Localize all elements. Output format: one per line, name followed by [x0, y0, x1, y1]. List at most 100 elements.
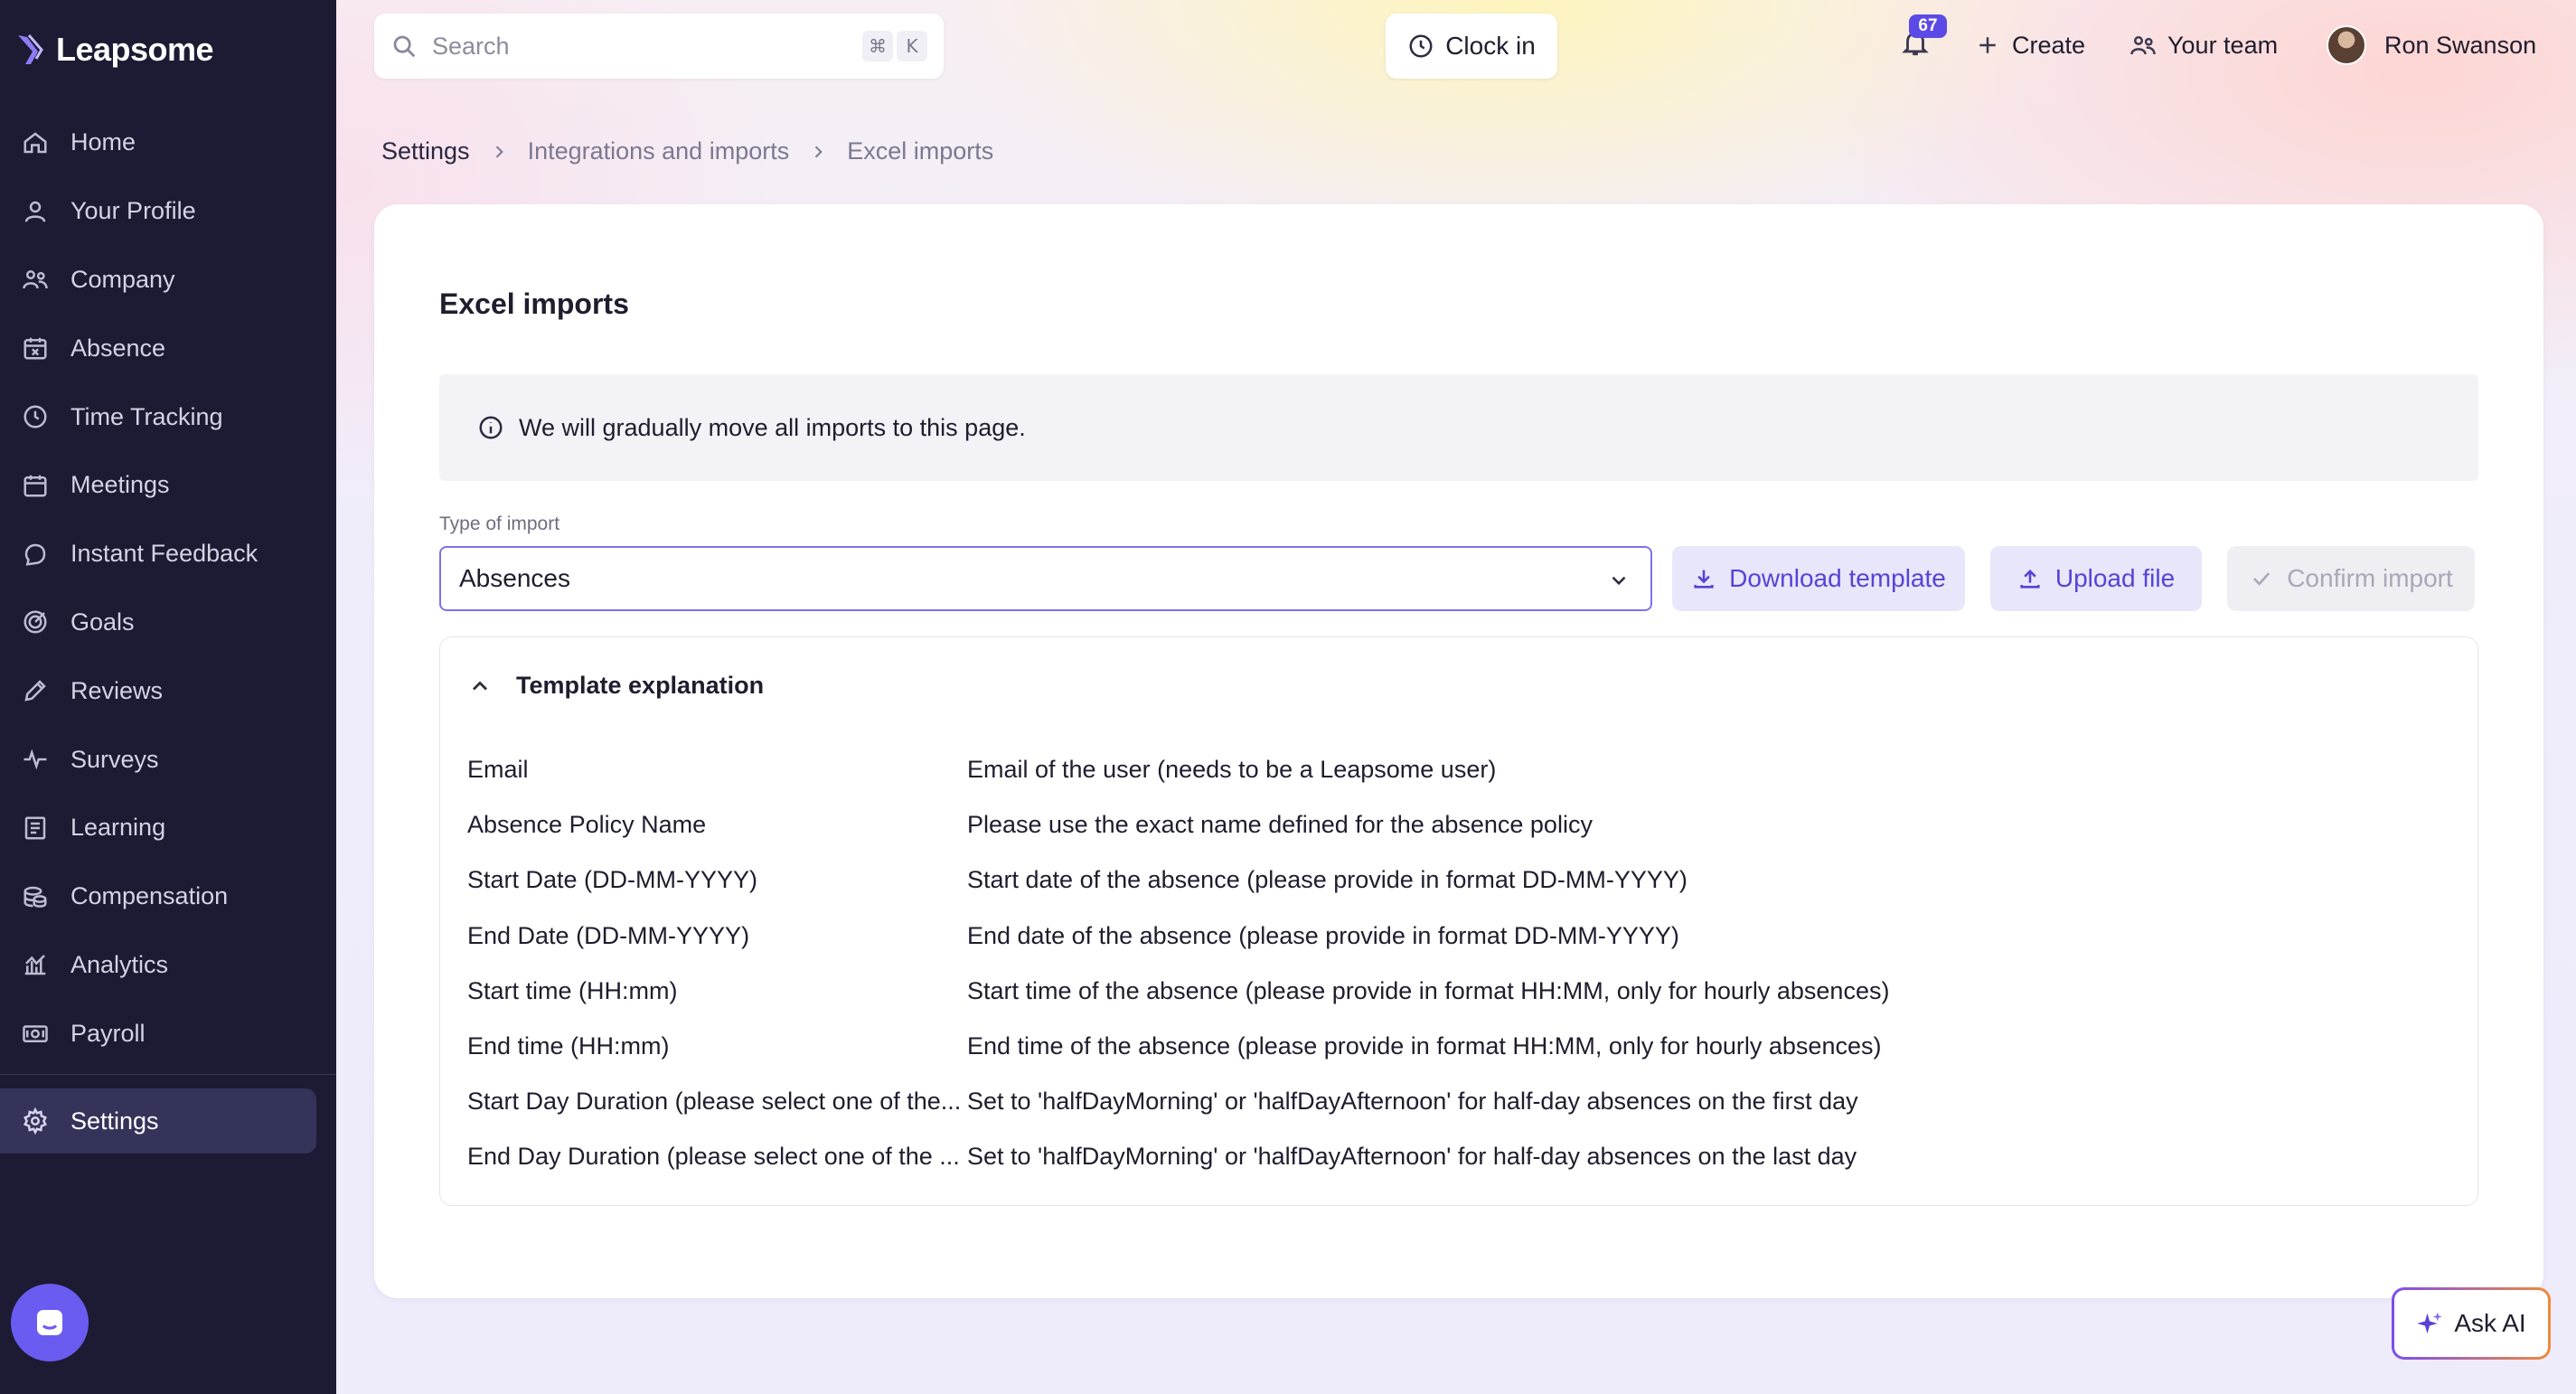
column-name: Start Date (DD-MM-YYYY) [467, 866, 758, 894]
sidebar-item-goals[interactable]: Goals [0, 589, 336, 657]
company-icon [23, 270, 48, 289]
user-name: Ron Swanson [2384, 31, 2537, 59]
ask-ai-button[interactable]: Ask AI [2392, 1287, 2551, 1360]
list-item: End Date (DD-MM-YYYY) End date of the abs… [467, 909, 2456, 964]
pencil-icon [24, 680, 46, 702]
sidebar-item-label: Payroll [71, 1019, 146, 1047]
column-description: Please use the exact name defined for th… [967, 811, 1593, 839]
sidebar-item-company[interactable]: Company [0, 246, 336, 315]
clock-icon [1409, 34, 1433, 58]
sidebar-item-analytics[interactable]: Analytics [0, 931, 336, 1000]
confirm-import-button[interactable]: Confirm import [2227, 546, 2475, 611]
sidebar-item-label: Compensation [71, 882, 229, 910]
download-template-label: Download template [1729, 564, 1946, 592]
sidebar-item-time-tracking[interactable]: Time Tracking [0, 382, 336, 451]
sidebar-item-your-profile[interactable]: Your Profile [0, 177, 336, 246]
sidebar-item-label: Goals [71, 608, 135, 636]
your-team-button[interactable]: Your team [2129, 25, 2278, 65]
sidebar-item-label: Your Profile [71, 197, 196, 225]
sidebar-item-settings[interactable]: Settings [0, 1088, 316, 1154]
column-description: Start time of the absence (please provid… [967, 976, 1890, 1004]
import-type-label: Type of import [439, 513, 560, 534]
user-icon [24, 201, 46, 222]
sidebar-item-home[interactable]: Home [0, 108, 336, 177]
import-type-select[interactable]: Absences [439, 546, 1652, 611]
template-explanation-toggle[interactable]: Template explanation [467, 672, 764, 700]
column-name: Start Day Duration (please select one of… [467, 1088, 962, 1116]
money-icon [23, 1025, 48, 1043]
clock-in-button[interactable]: Clock in [1386, 14, 1557, 79]
target-icon [24, 610, 47, 634]
sidebar-item-label: Learning [71, 814, 166, 842]
column-name: Email [467, 756, 529, 784]
sidebar-item-label: Time Tracking [71, 402, 223, 430]
sidebar-item-reviews[interactable]: Reviews [0, 656, 336, 725]
sidebar-item-label: Company [71, 265, 175, 293]
list-item: Absence Policy Name Please use the exact … [467, 797, 2456, 852]
chevron-up-icon [473, 681, 487, 690]
upload-file-button[interactable]: Upload file [1990, 546, 2202, 611]
sidebar-item-label: Absence [71, 334, 166, 362]
sidebar-item-label: Instant Feedback [71, 540, 259, 568]
sidebar-item-label: Home [71, 128, 136, 156]
ask-ai-label: Ask AI [2454, 1309, 2526, 1337]
sidebar-item-absence[interactable]: Absence [0, 314, 336, 382]
page-title: Excel imports [439, 287, 629, 320]
sidebar-item-learning[interactable]: Learning [0, 794, 336, 862]
info-icon [479, 416, 503, 439]
list-item: End Day Duration (please select one of t… [467, 1129, 2456, 1184]
list-item: Email Email of the user (needs to be a Le… [467, 742, 2456, 797]
user-menu[interactable]: Ron Swanson [2327, 25, 2536, 65]
home-icon [24, 132, 47, 154]
shortcut-cmd-key: ⌘ [862, 31, 893, 61]
search-icon [393, 35, 416, 58]
sidebar-item-payroll[interactable]: Payroll [0, 999, 336, 1068]
breadcrumb: Settings Integrations and imports Excel … [381, 137, 993, 165]
plus-icon [1979, 37, 1996, 53]
sidebar-item-compensation[interactable]: Compensation [0, 862, 336, 931]
create-label: Create [2012, 31, 2086, 59]
chat-icon [24, 543, 46, 566]
column-name: End Day Duration (please select one of t… [467, 1143, 960, 1171]
sidebar-item-surveys[interactable]: Surveys [0, 725, 336, 794]
coins-icon [24, 886, 47, 908]
create-button[interactable]: Create [1974, 25, 2085, 65]
column-description: End time of the absence (please provide … [967, 1032, 1882, 1060]
sparkle-icon [2417, 1312, 2443, 1334]
sidebar-divider [0, 1074, 336, 1075]
sidebar-item-label: Surveys [71, 745, 159, 773]
clock-icon [24, 405, 47, 429]
download-icon [1694, 570, 1714, 589]
notification-count-badge: 67 [1909, 14, 1947, 38]
list-item: Start Day Duration (please select one of… [467, 1074, 2456, 1129]
download-template-button[interactable]: Download template [1672, 546, 1965, 611]
sidebar-item-instant-feedback[interactable]: Instant Feedback [0, 520, 336, 589]
main-area: ⌘ K Clock in 67 Create Your team Ron Swa… [336, 0, 2576, 1394]
your-team-label: Your team [2167, 31, 2279, 59]
search-bar[interactable]: ⌘ K [374, 14, 944, 79]
column-description: Email of the user (needs to be a Leapsom… [967, 756, 1497, 784]
sidebar-item-label: Meetings [71, 471, 170, 499]
column-name: Absence Policy Name [467, 811, 707, 839]
column-description: Set to 'halfDayMorning' or 'halfDayAfter… [967, 1088, 1858, 1116]
clock-in-label: Clock in [1445, 32, 1536, 60]
leapsome-logo-icon [18, 34, 43, 64]
sidebar-item-meetings[interactable]: Meetings [0, 451, 336, 520]
search-input[interactable] [432, 32, 830, 61]
excel-imports-card: Excel imports We will gradually move all… [374, 204, 2543, 1298]
column-description: Set to 'halfDayMorning' or 'halfDayAfter… [967, 1143, 1857, 1171]
team-icon [2130, 36, 2156, 55]
brand-name: Leapsome [56, 31, 214, 68]
breadcrumb-settings[interactable]: Settings [381, 137, 470, 165]
avatar [2327, 25, 2366, 65]
leapsome-logo[interactable]: Leapsome [16, 31, 214, 69]
chat-bubble-icon [37, 1310, 62, 1335]
list-item: Start time (HH:mm) Start time of the abse… [467, 964, 2456, 1019]
check-icon [2253, 572, 2270, 586]
template-explanation-list: Email Email of the user (needs to be a Le… [467, 742, 2456, 1185]
breadcrumb-integrations[interactable]: Integrations and imports [528, 137, 790, 165]
pulse-icon [24, 749, 47, 770]
support-chat-button[interactable] [11, 1284, 89, 1361]
chevron-right-icon [495, 145, 503, 158]
sidebar-item-label: Settings [71, 1107, 159, 1135]
